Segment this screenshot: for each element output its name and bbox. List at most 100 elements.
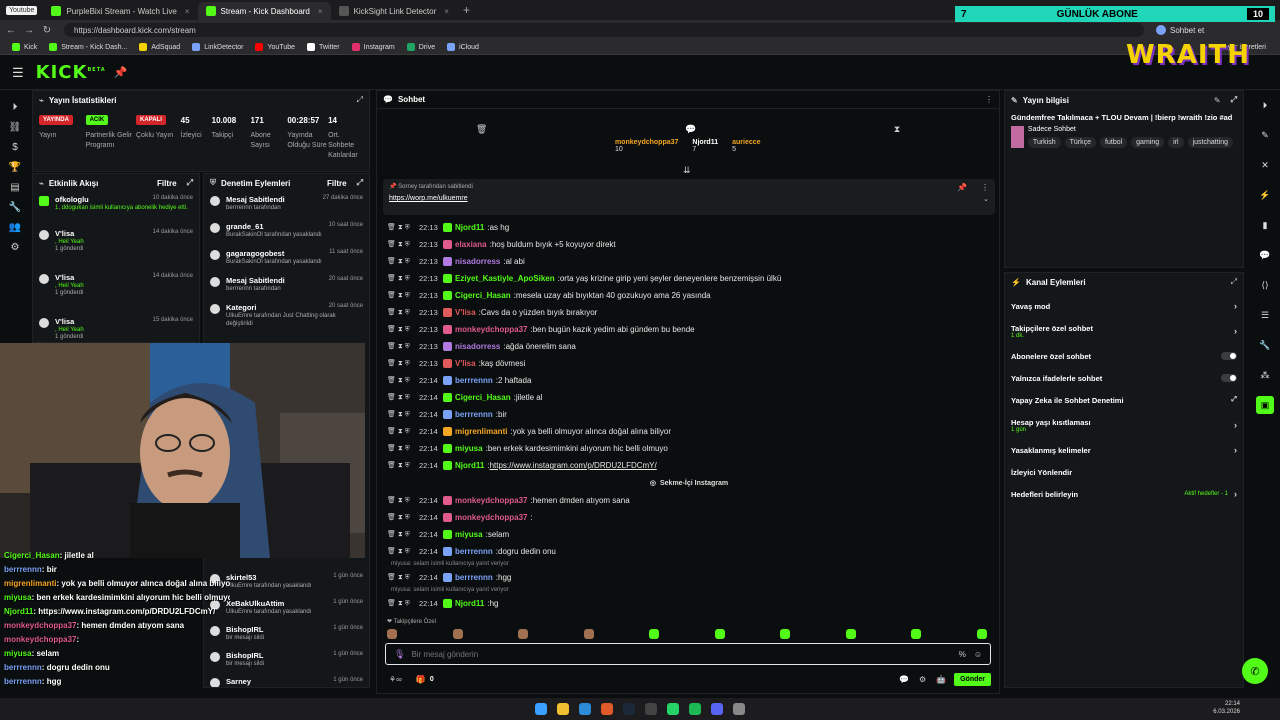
bookmark-item[interactable]: Twitter: [307, 43, 340, 51]
chat-message[interactable]: 🗑 ⧗ ⛨ 22:14 Njord11: hg: [383, 595, 995, 612]
hourglass-icon[interactable]: ⧗: [894, 124, 900, 135]
message-text[interactable]: https://www.instagram.com/p/DRDU2LFDCmY/: [490, 461, 657, 470]
chevron-right-icon[interactable]: ›: [1234, 301, 1237, 311]
chat-message-input[interactable]: [411, 649, 959, 659]
wrench-icon[interactable]: 🔧: [1256, 336, 1274, 354]
message-mod-tools[interactable]: 🗑 ⧗ ⛨: [383, 291, 419, 300]
bookmark-item[interactable]: Stream - Kick Dash...: [49, 43, 127, 51]
message-mod-tools[interactable]: 🗑 ⧗ ⛨: [383, 393, 419, 402]
moderation-item[interactable]: Mesaj Sabitlendi berrrennn tarafından 27 d…: [204, 192, 369, 219]
popout-icon[interactable]: ⤢: [1231, 95, 1237, 105]
emote-icon[interactable]: [845, 629, 856, 639]
stream-tag[interactable]: futbol: [1100, 137, 1128, 148]
app-icon[interactable]: [733, 703, 745, 715]
chat-icon[interactable]: 💬: [1256, 246, 1274, 264]
chat-message[interactable]: 🗑 ⧗ ⛨ 22:14 Cigerci_Hasan: jiletle al: [383, 389, 995, 406]
message-mod-tools[interactable]: 🗑 ⧗ ⛨: [383, 359, 419, 368]
message-mod-tools[interactable]: 🗑 ⧗ ⛨: [383, 223, 419, 232]
new-tab-button[interactable]: +: [463, 3, 470, 17]
message-user[interactable]: elaxiana: [455, 240, 487, 249]
message-mod-tools[interactable]: 🗑 ⧗ ⛨: [383, 274, 419, 283]
chevron-right-icon[interactable]: ›: [1234, 489, 1237, 499]
chat-menu-icon[interactable]: ⋮: [985, 95, 993, 104]
nodes-icon[interactable]: ⁂: [1256, 366, 1274, 384]
discord-icon[interactable]: [711, 703, 723, 715]
chevron-right-icon[interactable]: ›: [1234, 326, 1237, 336]
popout-icon[interactable]: ⤢: [357, 178, 363, 188]
emote-icon[interactable]: [780, 629, 791, 639]
chat-message[interactable]: 🗑 ⧗ ⛨ 22:13 Njord11: as hg: [383, 219, 995, 236]
channel-action-item[interactable]: Hesap yaşı kısıtlaması 1 gün ›: [1005, 411, 1243, 439]
play-icon[interactable]: ⏵: [1256, 96, 1274, 114]
wrench-icon[interactable]: 🔧: [9, 198, 21, 218]
channel-action-item[interactable]: Takipçilere özel sohbet 1 dk. ›: [1005, 317, 1243, 345]
message-mod-tools[interactable]: 🗑 ⧗ ⛨: [383, 461, 419, 470]
pinned-link[interactable]: https://worp.me/ulkuemre: [389, 195, 468, 202]
message-user[interactable]: berrrennn: [455, 376, 493, 385]
support-chat-icon[interactable]: ✆: [1242, 658, 1268, 684]
message-user[interactable]: V'lisa: [455, 308, 476, 317]
menu-icon[interactable]: ☰: [12, 65, 24, 81]
chat-message[interactable]: 🗑 ⧗ ⛨ 22:13 nisadorress: al abi: [383, 253, 995, 270]
chat-message[interactable]: 🗑 ⧗ ⛨ 22:14 berrrennn: 2 haftada: [383, 372, 995, 389]
kick-logo[interactable]: KICKBETA: [36, 62, 106, 83]
emote-icon[interactable]: [583, 629, 594, 639]
pin-icon[interactable]: 📌: [114, 66, 128, 79]
chat-message[interactable]: 🗑 ⧗ ⛨ 22:13 monkeydchoppa37: ben bugün kaz…: [383, 321, 995, 338]
message-mod-tools[interactable]: 🗑 ⧗ ⛨: [383, 599, 419, 608]
start-icon[interactable]: [535, 703, 547, 715]
message-user[interactable]: migrenlimanti: [455, 427, 507, 436]
chrome-icon[interactable]: [601, 703, 613, 715]
chat-message[interactable]: 🗑 ⧗ ⛨ 22:13 nisadorress: ağda önerelim san…: [383, 338, 995, 355]
reload-icon[interactable]: ↻: [40, 25, 54, 36]
channel-action-item[interactable]: İzleyici Yönlendir: [1005, 461, 1243, 483]
popout-icon[interactable]: ⤢: [357, 95, 363, 105]
add-widget-icon[interactable]: ▣: [1256, 396, 1274, 414]
emoji-icon[interactable]: ☺: [974, 650, 982, 659]
channel-action-item[interactable]: Yavaş mod ›: [1005, 295, 1243, 317]
close-tab-icon[interactable]: ×: [185, 7, 190, 16]
chat-message[interactable]: 🗑 ⧗ ⛨ 22:13 V'lisa: Cavs da o yüzden bıyık…: [383, 304, 995, 321]
chevron-right-icon[interactable]: ›: [1234, 445, 1237, 455]
mic-icon[interactable]: 🎙: [394, 649, 405, 660]
code-icon[interactable]: ⟨⟩: [1256, 276, 1274, 294]
edit-icon[interactable]: ✎: [1214, 96, 1221, 105]
bookmark-item[interactable]: YouTube: [255, 43, 295, 51]
close-tab-icon[interactable]: ×: [318, 7, 323, 16]
link-icon[interactable]: ⛓: [9, 118, 22, 138]
message-user[interactable]: monkeydchoppa37: [455, 325, 527, 334]
message-user[interactable]: Njord11: [455, 599, 484, 608]
message-user[interactable]: miyusa: [455, 444, 483, 453]
percent-icon[interactable]: %: [959, 650, 966, 659]
toggle-switch[interactable]: [1221, 352, 1237, 360]
emote-icon[interactable]: [452, 629, 463, 639]
chat-message[interactable]: 🗑 ⧗ ⛨ 22:14 berrrennn: bir: [383, 406, 995, 423]
chat-message[interactable]: 🗑 ⧗ ⛨ 22:14 miyusa: ben erkek kardesimimki…: [383, 440, 995, 457]
bookmark-item[interactable]: Drive: [406, 43, 435, 51]
chat-message[interactable]: 🗑 ⧗ ⛨ 22:14 monkeydchoppa37: hemen dmden a…: [383, 492, 995, 509]
top-chatter[interactable]: auriecce 5: [732, 139, 760, 153]
stream-tag[interactable]: irl: [1168, 137, 1184, 148]
back-icon[interactable]: ←: [4, 25, 18, 36]
moderation-item[interactable]: Mesaj Sabitlendi berrrennn tarafından 20 s…: [204, 273, 369, 300]
pinned-menu-icon[interactable]: ⋮: [981, 183, 989, 192]
bookmark-item[interactable]: AdSquad: [139, 43, 180, 51]
message-mod-tools[interactable]: 🗑 ⧗ ⛨: [383, 513, 419, 522]
bolt-icon[interactable]: ⚡: [1256, 186, 1274, 204]
message-user[interactable]: nisadorress: [455, 257, 500, 266]
message-user[interactable]: nisadorress: [455, 342, 500, 351]
message-user[interactable]: berrrennn: [455, 547, 493, 556]
message-user[interactable]: miyusa: [455, 530, 483, 539]
stream-tag[interactable]: Türkçe: [1064, 137, 1097, 148]
profile-button[interactable]: Sohbet et: [1156, 25, 1204, 35]
emote-icon[interactable]: [387, 629, 397, 639]
steam-icon[interactable]: [623, 703, 635, 715]
top-chatter[interactable]: monkeydchoppa37 10: [615, 139, 678, 153]
chat-message[interactable]: 🗑 ⧗ ⛨ 22:14 migrenlimanti: yok ya belli ol…: [383, 423, 995, 440]
message-user[interactable]: monkeydchoppa37: [455, 496, 527, 505]
moderation-item[interactable]: gagaragogobest BurakSakinOl tarafından ya…: [204, 246, 369, 273]
chat-message[interactable]: 🗑 ⧗ ⛨ 22:13 Eziyet_Kastiyle_ApoSiken: orta…: [383, 270, 995, 287]
chat-message[interactable]: 🗑 ⧗ ⛨ 22:14 berrrennn: hgg: [383, 569, 995, 586]
collapse-icon[interactable]: ⇊: [683, 165, 691, 176]
channel-action-item[interactable]: Hedefleri belirleyin Aktif hedefler - 1 ›: [1005, 483, 1243, 505]
